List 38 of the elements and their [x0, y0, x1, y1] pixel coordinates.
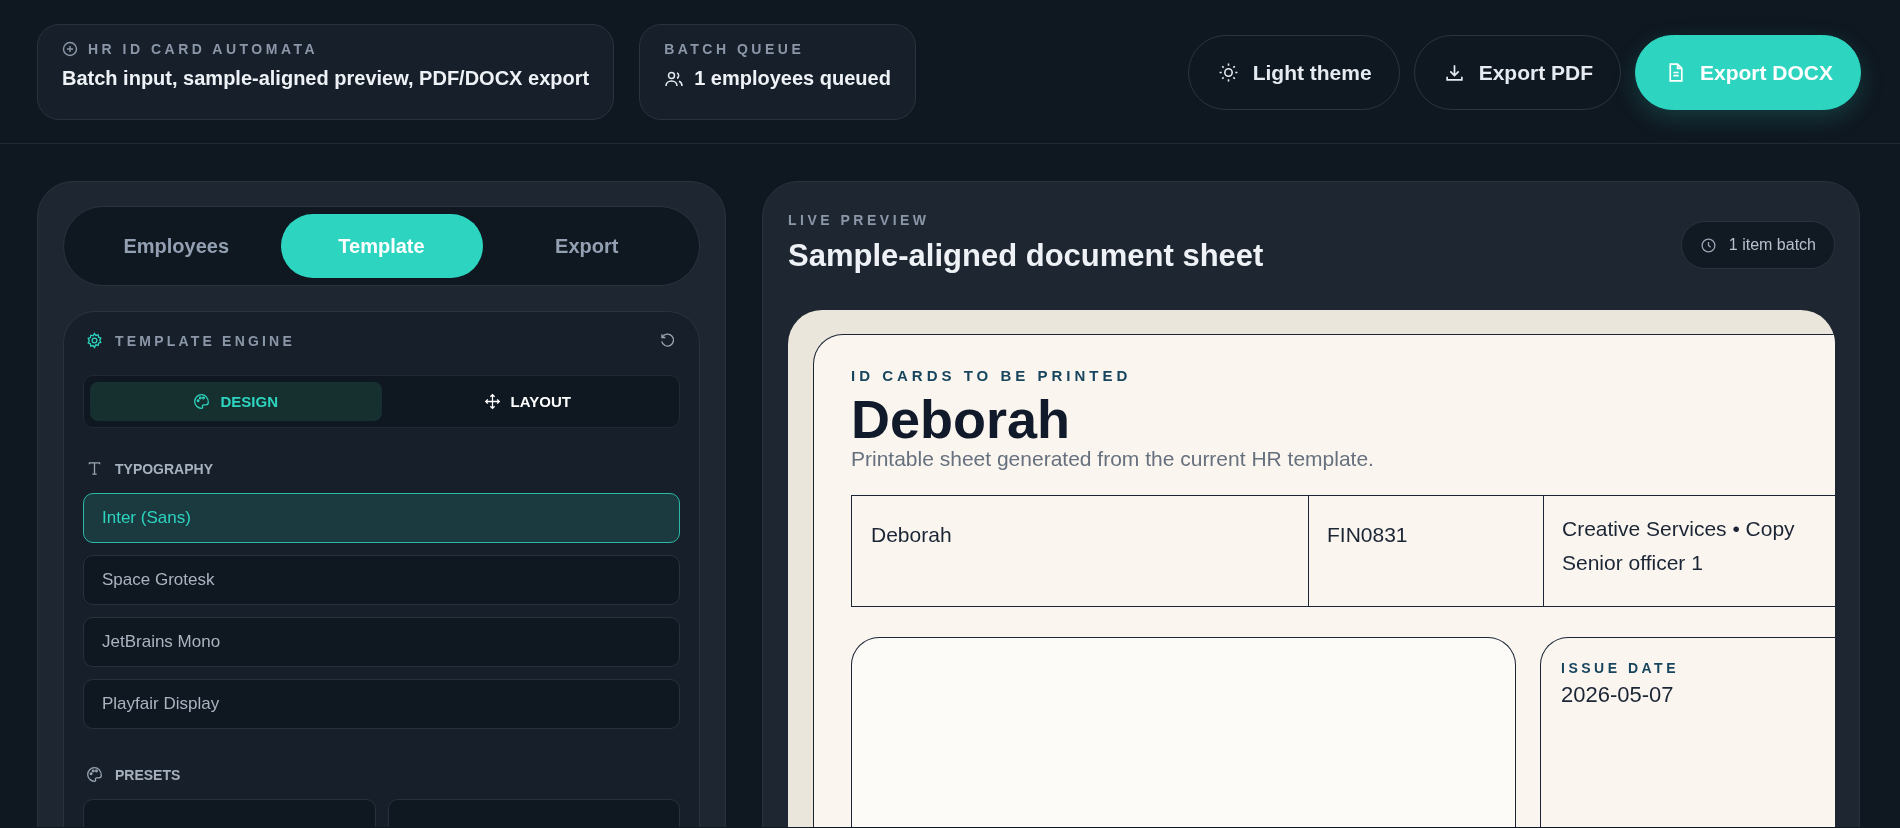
palette-icon — [193, 393, 211, 410]
export-button[interactable]: Export PDF — [1413, 35, 1621, 110]
mode-tab[interactable]: DESIGN — [90, 382, 382, 421]
preview-eyebrow: LIVE PREVIEW — [788, 212, 931, 228]
reset-icon[interactable] — [659, 332, 676, 349]
tab[interactable]: Employees — [72, 214, 281, 278]
text-icon — [86, 460, 103, 477]
download-icon — [1443, 62, 1465, 83]
app-description: Batch input, sample-aligned preview, PDF/DOCX export — [62, 67, 590, 90]
font-option[interactable]: JetBrains Mono — [83, 617, 680, 667]
table-cell: Deborah — [852, 496, 1309, 607]
batch-label: 1 item batch — [1728, 236, 1816, 254]
sheet-eyebrow: ID CARDS TO BE PRINTED — [851, 367, 1133, 384]
issue-date-value: 2026-05-07 — [1561, 682, 1675, 709]
sun-icon — [1217, 62, 1239, 83]
app-eyebrow: HR ID CARD AUTOMATA — [88, 41, 319, 57]
font-option[interactable]: Inter (Sans) — [83, 493, 680, 543]
clock-icon — [1699, 236, 1717, 254]
typography-heading: TYPOGRAPHY — [115, 460, 213, 477]
employee-name: Deborah — [851, 390, 1072, 450]
table-cell: FIN0831 — [1309, 496, 1544, 607]
settings-icon — [86, 332, 103, 349]
plus-circle-icon — [62, 41, 78, 57]
palette-icon — [86, 766, 103, 783]
table-cell-text: Creative Services • Copy Senior officer 1 — [1561, 516, 1796, 577]
sheet-subtitle: Printable sheet generated from the current HR template. — [851, 447, 1375, 472]
presets-heading: PRESETS — [115, 766, 181, 783]
tab[interactable]: Export — [482, 214, 691, 278]
queue-eyebrow: BATCH QUEUE — [664, 41, 806, 57]
preview-title: Sample-aligned document sheet — [788, 238, 1264, 274]
font-option[interactable]: Space Grotesk — [83, 555, 680, 605]
font-option[interactable]: Playfair Display — [83, 679, 680, 729]
queue-count: 1 employees queued — [694, 67, 891, 90]
issue-date-label: ISSUE DATE — [1561, 660, 1680, 677]
mode-tab[interactable]: LAYOUT — [381, 382, 673, 421]
theme-toggle-button[interactable]: Light theme — [1187, 35, 1400, 110]
engine-title: TEMPLATE ENGINE — [115, 332, 295, 349]
move-icon — [483, 393, 501, 410]
